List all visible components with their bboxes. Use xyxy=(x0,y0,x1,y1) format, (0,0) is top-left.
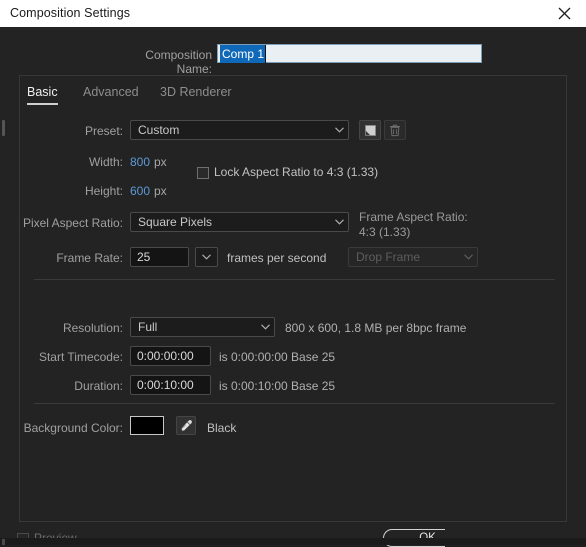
width-label: Width: xyxy=(20,155,123,169)
delete-preset-button[interactable] xyxy=(384,120,406,140)
frames-per-second-label: frames per second xyxy=(227,251,326,265)
lock-aspect-ratio-label: Lock Aspect Ratio to 4:3 (1.33) xyxy=(214,165,378,179)
title-bar: Composition Settings xyxy=(0,0,586,27)
tab-3d-renderer[interactable]: 3D Renderer xyxy=(160,85,232,99)
frame-rate-dropdown-button[interactable] xyxy=(195,247,218,267)
drop-frame-value: Drop Frame xyxy=(349,250,459,264)
chevron-down-icon xyxy=(330,219,348,225)
start-timecode-value: 0:00:00:00 xyxy=(137,349,194,363)
composition-settings-dialog: Composition Settings Composition Name: C… xyxy=(0,0,586,545)
eyedropper-button[interactable] xyxy=(176,416,196,435)
duration-input[interactable]: 0:00:10:00 xyxy=(130,375,211,395)
divider-1 xyxy=(34,279,555,280)
background-color-label: Background Color: xyxy=(10,421,123,435)
background-color-name: Black xyxy=(207,421,236,435)
divider-2 xyxy=(34,403,555,404)
frame-rate-label: Frame Rate: xyxy=(20,251,123,265)
tab-basic-label: Basic xyxy=(27,85,58,99)
save-preset-button[interactable] xyxy=(359,120,381,140)
eyedropper-icon xyxy=(180,419,193,432)
composition-name-value: Comp 1 xyxy=(220,45,266,63)
dialog-body: Composition Name: Comp 1 Basic Advanced … xyxy=(0,27,586,545)
pixel-aspect-ratio-label: Pixel Aspect Ratio: xyxy=(20,216,123,230)
tab-bar: Basic Advanced 3D Renderer xyxy=(20,76,568,110)
preset-value: Custom xyxy=(131,123,330,137)
composition-name-row: Composition Name: Comp 1 xyxy=(0,44,586,66)
tab-advanced[interactable]: Advanced xyxy=(83,85,139,99)
window-title: Composition Settings xyxy=(10,6,130,20)
resolution-select[interactable]: Full xyxy=(130,317,275,337)
chevron-down-icon xyxy=(330,127,348,133)
frame-rate-value: 25 xyxy=(137,250,150,264)
pixel-aspect-ratio-value: Square Pixels xyxy=(131,215,330,229)
tab-basic[interactable]: Basic xyxy=(27,85,58,99)
duration-info: is 0:00:10:00 Base 25 xyxy=(219,379,335,393)
resolution-info: 800 x 600, 1.8 MB per 8bpc frame xyxy=(285,321,466,335)
left-edge-handle xyxy=(2,120,5,136)
bottom-edge xyxy=(0,538,586,545)
start-timecode-label: Start Timecode: xyxy=(20,350,123,364)
resolution-label: Resolution: xyxy=(20,321,123,335)
height-value[interactable]: 600 xyxy=(130,184,150,198)
chevron-down-icon xyxy=(196,254,217,260)
start-timecode-info: is 0:00:00:00 Base 25 xyxy=(219,350,335,364)
height-unit: px xyxy=(154,184,167,198)
close-button[interactable] xyxy=(542,0,586,27)
composition-name-input[interactable]: Comp 1 xyxy=(217,44,482,63)
preset-label: Preset: xyxy=(20,124,123,138)
trash-icon xyxy=(389,124,401,137)
lock-aspect-ratio-checkbox[interactable] xyxy=(197,167,209,179)
width-value[interactable]: 800 xyxy=(130,155,150,169)
chevron-down-icon xyxy=(256,324,274,330)
start-timecode-input[interactable]: 0:00:00:00 xyxy=(130,346,211,366)
height-label: Height: xyxy=(20,184,123,198)
save-preset-icon xyxy=(364,124,377,137)
pixel-aspect-ratio-select[interactable]: Square Pixels xyxy=(130,212,349,232)
frame-rate-input[interactable]: 25 xyxy=(130,247,189,267)
preset-select[interactable]: Custom xyxy=(130,120,349,140)
bottom-left-handle xyxy=(2,539,5,545)
resolution-value: Full xyxy=(131,320,256,334)
drop-frame-select[interactable]: Drop Frame xyxy=(348,247,478,267)
duration-label: Duration: xyxy=(20,379,123,393)
background-color-swatch[interactable] xyxy=(130,416,164,435)
close-icon xyxy=(558,7,571,20)
frame-aspect-ratio-label: Frame Aspect Ratio: xyxy=(359,210,468,224)
frame-aspect-ratio-value: 4:3 (1.33) xyxy=(359,225,410,239)
chevron-down-icon xyxy=(459,254,477,260)
tab-active-underline xyxy=(27,103,58,105)
width-unit: px xyxy=(154,155,167,169)
composition-name-label: Composition Name: xyxy=(112,48,212,76)
duration-value: 0:00:10:00 xyxy=(137,378,194,392)
settings-panel: Basic Advanced 3D Renderer Preset: Custo… xyxy=(19,75,567,522)
